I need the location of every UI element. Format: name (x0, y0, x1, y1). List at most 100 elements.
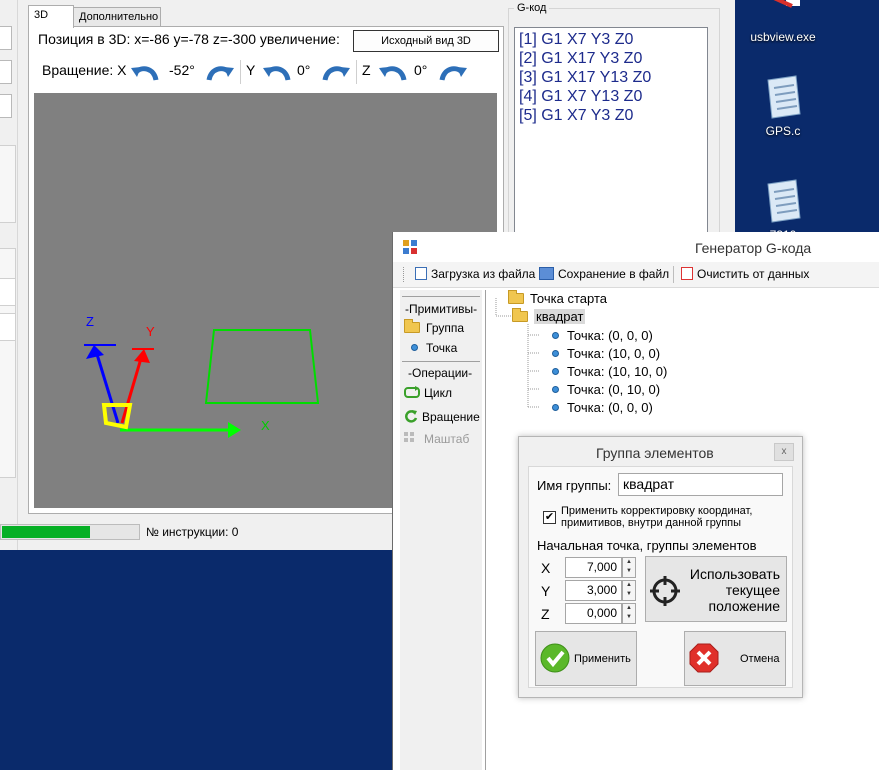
apply-button[interactable]: Применить (535, 631, 637, 686)
palette-label: Цикл (424, 386, 452, 400)
gcode-list[interactable]: [1] G1 X7 Y3 Z0 [2] G1 X17 Y3 Z0 [3] G1 … (514, 27, 708, 235)
tree-label: Точка: (10, 10, 0) (567, 364, 668, 379)
group-name-input[interactable]: квадрат (618, 473, 783, 496)
rotate-z-left-icon[interactable] (378, 60, 408, 86)
rotation-z-value: 0° (414, 62, 428, 78)
spin-up-icon[interactable]: ▲ (623, 558, 635, 567)
x-label: X (541, 560, 551, 576)
palette-item-rotation[interactable]: Вращение (404, 409, 480, 424)
palette-label: Вращение (422, 410, 480, 424)
tree-node-point[interactable]: Точка: (0, 0, 0) (552, 400, 653, 415)
gcode-line[interactable]: [2] G1 X17 Y3 Z0 (519, 49, 703, 68)
tree-node-group[interactable]: квадрат (512, 308, 586, 324)
palette-item-scale: Маштаб (404, 432, 469, 446)
tree-node-point[interactable]: Точка: (10, 0, 0) (552, 346, 660, 361)
x-spinner[interactable]: ▲ ▼ (622, 557, 636, 578)
progress-fill (2, 526, 90, 538)
spin-down-icon[interactable]: ▼ (623, 590, 635, 599)
start-point-label: Начальная точка, группы элементов (537, 538, 757, 553)
palette-item-cycle[interactable]: Цикл (404, 386, 452, 400)
dialog-close-button[interactable]: x (774, 443, 794, 461)
desktop-icon-label: GPS.c (765, 124, 801, 138)
x-input[interactable]: 7,000 (565, 557, 622, 578)
spin-up-icon[interactable]: ▲ (623, 581, 635, 590)
spin-down-icon[interactable]: ▼ (623, 567, 635, 576)
save-icon (539, 267, 554, 280)
primitives-palette (400, 290, 482, 770)
palette-item-point[interactable]: Точка (411, 341, 457, 355)
gcode-line[interactable]: [1] G1 X7 Y3 Z0 (519, 30, 703, 49)
folder-icon (404, 319, 420, 333)
separator (356, 60, 357, 84)
palette-item-group[interactable]: Группа (404, 319, 465, 335)
tree-node-point[interactable]: Точка: (0, 10, 0) (552, 382, 660, 397)
save-label: Сохранение в файл (558, 267, 670, 281)
tree-label: Точка старта (530, 291, 607, 306)
notepad-file-icon (762, 178, 804, 226)
clear-label: Очистить от данных (697, 267, 810, 281)
left-spin-field[interactable] (0, 94, 12, 118)
point-icon (552, 350, 559, 357)
tab-3d[interactable]: 3D (28, 5, 74, 28)
tree-node-start[interactable]: Точка старта (508, 290, 607, 306)
point-icon (411, 344, 418, 351)
gcode-line[interactable]: [3] G1 X17 Y13 Z0 (519, 68, 703, 87)
y-spinner[interactable]: ▲ ▼ (622, 580, 636, 601)
gcode-line[interactable]: [4] G1 X7 Y13 Z0 (519, 87, 703, 106)
palette-label: Группа (426, 321, 465, 335)
rotate-x-right-icon[interactable] (205, 60, 235, 86)
y-axis-label: Y (146, 324, 155, 339)
left-spin-field[interactable] (0, 60, 12, 84)
cancel-button[interactable]: Отмена (684, 631, 786, 686)
generator-title: Генератор G-кода (695, 240, 812, 256)
left-spin-field[interactable] (0, 26, 12, 50)
left-field[interactable] (0, 313, 16, 341)
rotation-x-value: -52° (169, 62, 195, 78)
gcode-line[interactable]: [5] G1 X7 Y3 Z0 (519, 106, 703, 125)
left-panel-box (0, 145, 16, 223)
spin-down-icon[interactable]: ▼ (623, 613, 635, 622)
z-spinner[interactable]: ▲ ▼ (622, 603, 636, 624)
rotate-y-right-icon[interactable] (321, 60, 351, 86)
usb-app-icon (762, 0, 804, 28)
rotation-y-label: Y (246, 62, 256, 78)
load-from-file-button[interactable]: Загрузка из файла (415, 267, 535, 281)
rotation-row: Вращение: X -52° Y 0° Z 0° (34, 58, 504, 88)
clear-data-button[interactable]: Очистить от данных (681, 267, 809, 281)
rotation-x-label: Вращение: X (42, 62, 127, 78)
point-icon (552, 332, 559, 339)
rotation-z-label: Z (362, 62, 371, 78)
tab-additional[interactable]: Дополнительно (73, 7, 161, 27)
left-field[interactable] (0, 278, 16, 306)
rotate-y-left-icon[interactable] (262, 60, 292, 86)
operations-header: -Операции- (408, 366, 473, 380)
desktop-icon-gps[interactable]: GPS.c (738, 74, 828, 138)
rotate-z-right-icon[interactable] (438, 60, 468, 86)
palette-label: Маштаб (424, 432, 470, 446)
apply-correction-checkbox[interactable]: ✔ (543, 511, 556, 524)
cycle-icon (404, 386, 420, 398)
dialog-title: Группа элементов (596, 445, 714, 461)
z-input[interactable]: 0,000 (565, 603, 622, 624)
label-line: текущее (725, 582, 780, 598)
spin-up-icon[interactable]: ▲ (623, 604, 635, 613)
tree-node-point[interactable]: Точка: (10, 10, 0) (552, 364, 667, 379)
scale-icon (404, 432, 414, 442)
tree-label: Точка: (0, 10, 0) (567, 382, 661, 397)
divider (402, 361, 480, 362)
z-axis-label: Z (86, 314, 94, 329)
save-to-file-button[interactable]: Сохранение в файл (539, 267, 669, 281)
rotate-x-left-icon[interactable] (130, 60, 160, 86)
gcode-title: G-код (514, 2, 550, 14)
home-view-button[interactable]: Исходный вид 3D (353, 30, 499, 52)
point-icon (552, 404, 559, 411)
crosshair-icon (650, 576, 680, 606)
y-input[interactable]: 3,000 (565, 580, 622, 601)
desktop-icon-7310[interactable]: 7310 (738, 178, 828, 232)
desktop-icon-usbview[interactable]: usbview.exe (738, 0, 828, 44)
checkmark-icon (540, 643, 570, 673)
tree-node-point[interactable]: Точка: (0, 0, 0) (552, 328, 653, 343)
divider (402, 296, 480, 297)
generator-toolbar: Загрузка из файла Сохранение в файл Очис… (393, 262, 879, 288)
point-icon (552, 386, 559, 393)
